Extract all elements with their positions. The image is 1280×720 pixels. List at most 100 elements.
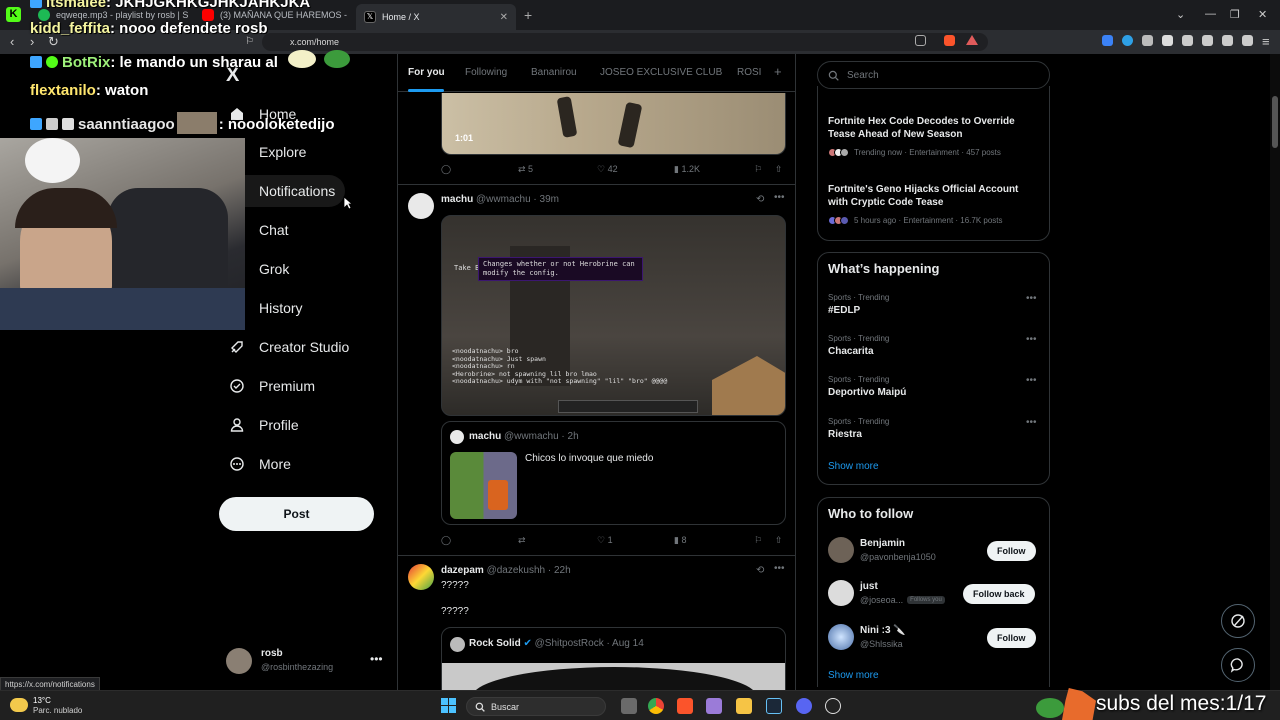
avatar[interactable] [408, 564, 434, 590]
tab-for-you[interactable]: For you [408, 67, 445, 78]
scrollbar[interactable] [1270, 54, 1280, 690]
add-tab-icon[interactable]: + [774, 64, 782, 79]
avatar[interactable] [408, 193, 434, 219]
retweet-button[interactable]: ⇄ 5 [518, 164, 533, 175]
more-dots-icon[interactable]: ••• [1026, 293, 1037, 304]
brave-rewards-icon[interactable] [966, 35, 978, 45]
weather-icon[interactable] [10, 698, 28, 712]
follow-suggestion-name[interactable]: Nini :3 🔪 [860, 625, 906, 636]
author-handle[interactable]: @wwmachu [476, 194, 531, 205]
cast-icon[interactable] [915, 35, 926, 46]
post-button[interactable]: Post [219, 497, 374, 531]
back-icon[interactable]: ‹ [10, 34, 14, 49]
bookmark-icon[interactable]: ⚐ [245, 36, 254, 47]
tab-x-home[interactable]: 𝕏 Home / X ✕ [356, 4, 516, 30]
grok-fab[interactable] [1221, 604, 1255, 638]
post-time[interactable]: · 39m [533, 194, 559, 205]
chevron-down-icon[interactable]: ⌄ [1176, 8, 1185, 21]
music-icon[interactable] [1162, 35, 1173, 46]
bookmark-icon[interactable]: ⚐ [754, 535, 762, 546]
grok-icon[interactable]: ⟲ [756, 565, 764, 576]
avatar[interactable] [828, 624, 854, 650]
avatar[interactable] [828, 537, 854, 563]
author-name[interactable]: dazepam [441, 565, 484, 576]
nav-profile[interactable]: Profile [219, 409, 309, 441]
tab-joseo-club[interactable]: JOSEO EXCLUSIVE CLUB [600, 67, 722, 78]
scrollbar-thumb[interactable] [1272, 96, 1278, 148]
follow-suggestion-name[interactable]: just [860, 581, 878, 592]
tab-following[interactable]: Following [465, 67, 507, 78]
messages-fab[interactable] [1221, 648, 1255, 682]
retweet-icon[interactable]: ⇄ [518, 535, 526, 546]
post-video[interactable]: 1:01 [441, 93, 786, 155]
views-button[interactable]: ▮ 1.2K [674, 164, 700, 175]
account-switcher[interactable]: rosb @rosbinthezazing ••• [226, 646, 386, 676]
wallet-icon[interactable] [1202, 35, 1213, 46]
brave-icon[interactable] [677, 698, 693, 714]
like-button[interactable]: ♡ 1 [597, 535, 613, 546]
vpn-icon[interactable] [1242, 35, 1253, 46]
sidebar-icon[interactable] [1182, 35, 1193, 46]
task-view-icon[interactable] [621, 698, 637, 714]
show-more-link[interactable]: Show more [828, 461, 879, 472]
taskbar-search[interactable]: Buscar [466, 697, 606, 716]
quoted-post[interactable]: Rock Solid ✔ @ShitpostRock · Aug 14 [441, 627, 786, 690]
share-icon[interactable]: ⇧ [775, 164, 783, 175]
more-dots-icon[interactable]: ••• [1026, 334, 1037, 345]
follow-button[interactable]: Follow [987, 541, 1036, 561]
more-dots-icon[interactable]: ••• [774, 563, 785, 574]
trend-name[interactable]: Chacarita [828, 346, 874, 357]
new-tab-button[interactable]: + [524, 7, 532, 23]
extension-icon[interactable] [1102, 35, 1113, 46]
obs-icon[interactable] [825, 698, 841, 714]
like-button[interactable]: ♡ 42 [597, 164, 618, 175]
start-icon[interactable] [441, 698, 456, 713]
follow-button[interactable]: Follow [987, 628, 1036, 648]
more-dots-icon[interactable]: ••• [1026, 417, 1037, 428]
follow-suggestion-name[interactable]: Benjamin [860, 538, 905, 549]
menu-icon[interactable]: ≡ [1262, 34, 1270, 49]
author-name[interactable]: machu [441, 194, 473, 205]
minimize-button[interactable]: — [1205, 8, 1216, 20]
author-handle[interactable]: @dazekushh [487, 565, 546, 576]
trend-name[interactable]: Deportivo Maipú [828, 387, 906, 398]
app-icon[interactable] [796, 698, 812, 714]
tab-bananirou[interactable]: Bananirou [531, 67, 577, 78]
trend-name[interactable]: #EDLP [828, 305, 860, 316]
post-time[interactable]: · 22h [548, 565, 571, 576]
share-icon[interactable]: ⇧ [775, 535, 783, 546]
post-image[interactable]: Take B Changes whether or not Herobrine … [441, 215, 786, 416]
close-tab-icon[interactable]: ✕ [500, 12, 508, 23]
show-more-link[interactable]: Show more [828, 670, 879, 681]
chrome-icon[interactable] [648, 698, 664, 714]
main-timeline[interactable]: For you Following Bananirou JOSEO EXCLUS… [397, 54, 796, 690]
quoted-post[interactable]: machu @wwmachu · 2h Chicos lo invoque qu… [441, 421, 786, 525]
extension-icon[interactable] [1122, 35, 1133, 46]
file-explorer-icon[interactable] [736, 698, 752, 714]
address-bar[interactable]: x.com/home [262, 33, 988, 51]
tab-rosi[interactable]: ROSI [737, 67, 761, 78]
nav-premium[interactable]: Premium [219, 370, 325, 402]
more-dots-icon[interactable]: ••• [1026, 375, 1037, 386]
views-button[interactable]: ▮ 8 [674, 535, 686, 546]
close-window-button[interactable]: ✕ [1258, 8, 1267, 21]
bookmark-icon[interactable]: ⚐ [754, 164, 762, 175]
steam-icon[interactable] [766, 698, 782, 714]
avatar[interactable] [828, 580, 854, 606]
trend-title[interactable]: Fortnite Hex Code Decodes to Override Te… [828, 115, 1038, 141]
grok-icon[interactable]: ⟲ [756, 194, 764, 205]
reply-icon[interactable]: ◯ [441, 164, 451, 175]
nav-more[interactable]: More [219, 448, 301, 480]
puzzle-icon[interactable] [1142, 35, 1153, 46]
search-box[interactable]: Search [817, 61, 1050, 89]
follow-back-button[interactable]: Follow back [963, 584, 1035, 604]
reply-icon[interactable]: ◯ [441, 535, 451, 546]
more-dots-icon[interactable]: ••• [774, 192, 785, 203]
more-dots-icon[interactable]: ••• [370, 652, 383, 666]
leo-icon[interactable] [1222, 35, 1233, 46]
app-icon[interactable] [706, 698, 722, 714]
nav-creator-studio[interactable]: Creator Studio [219, 331, 359, 363]
trend-title[interactable]: Fortnite's Geno Hijacks Official Account… [828, 183, 1038, 209]
trend-name[interactable]: Riestra [828, 429, 862, 440]
restore-button[interactable]: ❐ [1230, 8, 1240, 21]
